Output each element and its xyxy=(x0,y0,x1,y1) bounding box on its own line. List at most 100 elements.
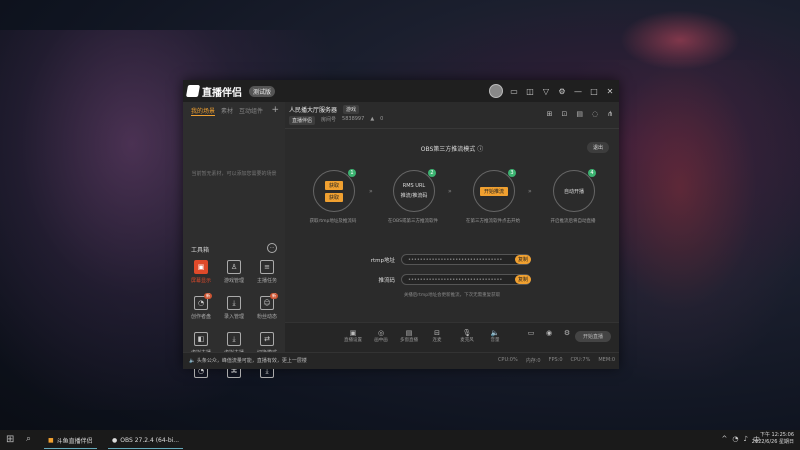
settings-icon[interactable]: ⚙ xyxy=(557,87,567,96)
left-tabs: 我的场景 素材 互动组件 + xyxy=(183,102,285,120)
pip-button[interactable]: ◎ 画中画 xyxy=(369,329,393,343)
wallpaper-neon-glow xyxy=(620,10,740,70)
bell-icon[interactable]: ◌ xyxy=(592,110,598,118)
empty-message: 当前暂无素材，可以添加您需要的场景 xyxy=(191,171,277,177)
get-address-button[interactable]: 获取 xyxy=(324,180,343,190)
download-icon: ⤓ xyxy=(227,332,241,346)
hot-icon: ▲ xyxy=(370,116,375,122)
title-bar-icons: ▭ ◫ ▽ ⚙ — □ ✕ xyxy=(489,84,615,98)
copy-rtmp-button[interactable]: 复制 xyxy=(515,255,532,264)
monitor-icon: ▣ xyxy=(194,260,208,274)
chevron-up-icon[interactable]: ^ xyxy=(722,435,728,445)
edit-icon[interactable]: ▤ xyxy=(576,110,583,118)
gift-icon[interactable]: ⊞ xyxy=(547,110,553,118)
network-icon[interactable]: ◔ xyxy=(732,435,738,445)
tab-assets[interactable]: 素材 xyxy=(221,106,233,116)
stream-key-input[interactable]: •••••••••••••••••••••••••••••••• xyxy=(401,274,531,285)
app-window: 直播伴侣 测试版 ▭ ◫ ▽ ⚙ — □ ✕ 我的场景 素材 互动组件 + 当前… xyxy=(183,80,619,378)
arrow-icon: » xyxy=(448,188,452,195)
room-pill[interactable]: 直播伴侣 xyxy=(289,116,316,125)
search-icon[interactable]: ⌕ xyxy=(26,434,31,444)
mic-button[interactable]: 🎙 麦克风 xyxy=(455,329,479,343)
start-push-button[interactable]: 开始推流 xyxy=(479,186,508,196)
hint-text: 关播后rtmp地址会更新推流，下次无需重复获取 xyxy=(403,293,501,298)
task-douyu[interactable]: ■ 斗鱼直播伴侣 xyxy=(44,432,97,449)
clock[interactable]: 下午 12:25:06 2022/6/26 星期日 xyxy=(752,432,794,446)
task-obs[interactable]: ● OBS 27.2.4 (64-bi... xyxy=(108,432,184,449)
room-tag[interactable]: 游戏 xyxy=(343,105,360,114)
obs-icon: ● xyxy=(112,436,118,444)
more-icon[interactable]: ··· xyxy=(267,243,277,253)
step-3-desc: 在第三方推流软件点击开始 xyxy=(466,219,520,224)
add-icon[interactable]: + xyxy=(271,105,279,115)
tool-tasks[interactable]: ≡ 主播任务 xyxy=(252,260,282,284)
tool-creator[interactable]: 新 ◔ 创作者盘 xyxy=(186,293,216,320)
lock-icon[interactable]: ⊡ xyxy=(562,110,568,118)
speaker-icon: 🔈 xyxy=(490,329,500,337)
room-header: 人民播大厅服务器 游戏 直播伴侣 房间号 5838997 ▲ 0 ⊞ ⊡ ▤ ◌… xyxy=(285,102,619,129)
speaker-icon: 🔈 xyxy=(189,358,196,364)
room-id: 5838997 xyxy=(342,116,365,122)
step-1: 1 获取 获取 xyxy=(313,169,356,212)
gift-icon[interactable]: ◫ xyxy=(525,87,535,96)
app-icon: ■ xyxy=(48,436,54,444)
arrow-icon: » xyxy=(369,188,373,195)
maximize-icon[interactable]: □ xyxy=(589,87,599,96)
shirt-icon[interactable]: ▽ xyxy=(541,87,551,96)
stream-key-label: 推流码 xyxy=(378,278,395,284)
obs-title: OBS第三方推流模式 ⓘ xyxy=(420,146,484,153)
co-host-button[interactable]: ⊟ 连麦 xyxy=(425,329,449,343)
left-panel: 我的场景 素材 互动组件 + 当前暂无素材，可以添加您需要的场景 工具箱 ···… xyxy=(183,102,285,378)
tab-widgets[interactable]: 互动组件 xyxy=(239,106,263,116)
tools-title: 工具箱 xyxy=(191,247,210,254)
room-title: 人民播大厅服务器 xyxy=(289,107,338,114)
stream-key-field: 推流码 •••••••••••••••••••••••••••••••• 复制 xyxy=(355,274,555,286)
window-icon: ▤ xyxy=(405,329,413,337)
close-icon[interactable]: ✕ xyxy=(605,87,615,96)
tool-fans[interactable]: 新 ☺ 粉丝动态 xyxy=(252,293,282,320)
step-2-desc: 在OBS或第三方推流软件 xyxy=(388,219,438,224)
download-icon: ⤓ xyxy=(227,296,241,310)
windows-start-icon[interactable]: ⊞ xyxy=(6,434,14,445)
tool-screen[interactable]: ▣ 屏幕显示 xyxy=(186,260,216,284)
step-4: 4 自动开播 xyxy=(553,169,596,212)
person-icon: ♙ xyxy=(227,260,241,274)
tool-record[interactable]: ⤓ 录入管理 xyxy=(219,296,249,320)
message-icon[interactable]: ▭ xyxy=(509,87,519,96)
tab-scenes[interactable]: 我的场景 xyxy=(191,106,216,116)
rtmp-label: rtmp地址 xyxy=(370,258,395,264)
version-badge[interactable]: 测试版 xyxy=(249,85,276,97)
share-icon[interactable]: ⋔ xyxy=(607,110,613,118)
exit-button[interactable]: 退出 xyxy=(586,142,609,153)
monitor-icon: ▣ xyxy=(349,329,357,337)
minimize-icon[interactable]: — xyxy=(573,87,583,96)
get-key-button[interactable]: 获取 xyxy=(324,192,343,202)
status-bar: CPU:0% 内存:0 FPS:0 CPU:7% MEM:0 xyxy=(497,357,615,364)
title-bar: 直播伴侣 测试版 ▭ ◫ ▽ ⚙ — □ ✕ xyxy=(183,80,619,102)
volume-icon[interactable]: ♪ xyxy=(744,435,748,445)
room-id-label: 房间号 xyxy=(321,117,337,123)
notice-text: 🔈 头条公众，峰值流量可能，直播有效，更上一层楼 xyxy=(189,358,307,364)
start-live-button[interactable]: 开始直播 xyxy=(574,331,611,342)
step-2: 2 RMS URL 推流/推流码 xyxy=(393,169,436,212)
app-name: 直播伴侣 xyxy=(202,87,242,99)
pip-icon: ◎ xyxy=(377,329,385,337)
step-3: 3 开始推流 xyxy=(473,169,516,212)
avatar-icon: ◧ xyxy=(194,332,208,346)
help-icon[interactable]: ⓘ xyxy=(477,146,483,153)
copy-key-button[interactable]: 复制 xyxy=(515,275,532,284)
header-icons: ⊞ ⊡ ▤ ◌ ⋔ xyxy=(547,110,613,118)
main-panel: 人民播大厅服务器 游戏 直播伴侣 房间号 5838997 ▲ 0 ⊞ ⊡ ▤ ◌… xyxy=(285,102,619,353)
tool-game[interactable]: ♙ 游戏管理 xyxy=(219,260,249,284)
live-settings-button[interactable]: ▣ 直播设置 xyxy=(341,329,365,343)
rtmp-input[interactable]: •••••••••••••••••••••••••••••••• xyxy=(401,254,531,265)
multi-window-button[interactable]: ▤ 多窗直播 xyxy=(397,329,421,343)
avatar[interactable] xyxy=(489,84,503,98)
switch-icon: ⇄ xyxy=(260,332,274,346)
taskbar: ⊞ ⌕ ■ 斗鱼直播伴侣 ● OBS 27.2.4 (64-bi... ^ ◔ ♪ … xyxy=(0,430,800,450)
link-icon: ⊟ xyxy=(434,329,440,337)
volume-button[interactable]: 🔈 音量 xyxy=(483,329,507,343)
microphone-icon: 🎙 xyxy=(462,329,472,337)
rtmp-field: rtmp地址 •••••••••••••••••••••••••••••••• … xyxy=(355,254,555,266)
arrow-icon: » xyxy=(528,188,532,195)
